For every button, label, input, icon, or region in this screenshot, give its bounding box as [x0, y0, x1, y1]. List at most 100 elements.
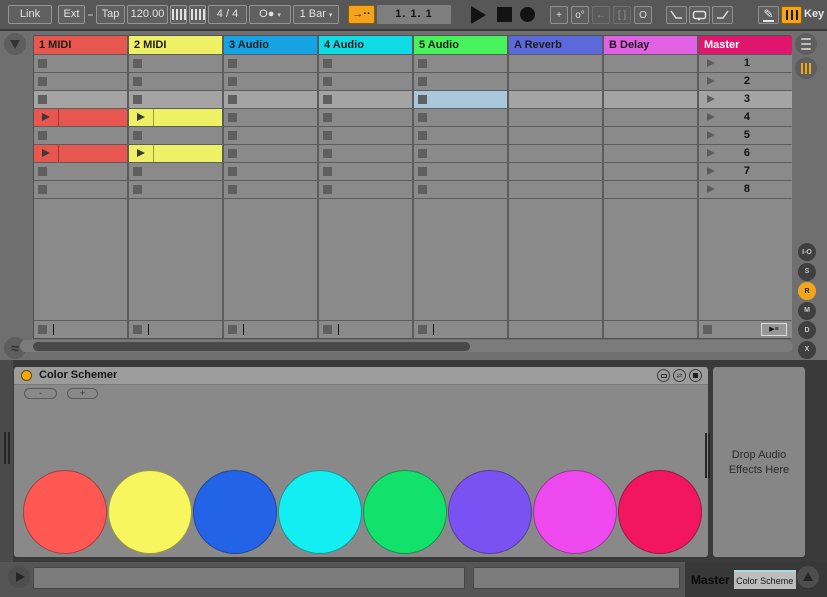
clip-slot[interactable]	[34, 91, 127, 108]
toggle-x[interactable]: X	[798, 341, 816, 359]
audio-effects-drop-zone[interactable]: Drop Audio Effects Here	[713, 367, 805, 557]
clip-slot[interactable]	[414, 163, 507, 180]
scene-slot[interactable]: 4	[699, 109, 792, 126]
clip-slot[interactable]	[34, 163, 127, 180]
clip-launch-button[interactable]	[129, 109, 154, 126]
scene-slot[interactable]: 2	[699, 73, 792, 90]
clip-slot[interactable]	[129, 55, 222, 72]
track-header[interactable]: A Reverb	[509, 36, 602, 54]
clip-slot[interactable]	[129, 127, 222, 144]
clip-slot[interactable]	[319, 163, 412, 180]
clip-slot[interactable]	[319, 55, 412, 72]
clip-slot[interactable]	[319, 145, 412, 162]
automation-arm-button[interactable]: o°	[571, 6, 589, 24]
stop-button[interactable]	[494, 4, 514, 25]
track-header[interactable]: B Delay	[604, 36, 697, 54]
toggle-d[interactable]: D	[798, 321, 816, 339]
stop-all-clips-button[interactable]: ▶≡	[761, 323, 787, 336]
nudge-up-button[interactable]	[189, 5, 206, 24]
clip-slot[interactable]	[414, 91, 507, 108]
color-circle[interactable]	[23, 470, 107, 554]
clip-slot[interactable]	[319, 109, 412, 126]
clip-slot[interactable]	[129, 73, 222, 90]
clip-slot[interactable]	[509, 91, 602, 108]
clip-slot[interactable]	[34, 127, 127, 144]
clip-slot[interactable]	[224, 181, 317, 198]
nudge-down-button[interactable]	[170, 5, 187, 24]
loop-button[interactable]	[689, 6, 710, 24]
scene-slot[interactable]: 8	[699, 181, 792, 198]
clip-slot[interactable]	[34, 73, 127, 90]
clip-slot[interactable]	[224, 73, 317, 90]
tempo-field[interactable]: 120.00	[127, 5, 168, 24]
clip-slot[interactable]	[414, 145, 507, 162]
metronome-button[interactable]: O●▾	[249, 5, 291, 24]
color-circle[interactable]	[278, 470, 362, 554]
clip-slot[interactable]	[224, 55, 317, 72]
clip-slot[interactable]	[414, 73, 507, 90]
color-circle[interactable]	[533, 470, 617, 554]
clip-slot[interactable]	[129, 145, 222, 162]
clip-slot[interactable]	[509, 181, 602, 198]
clip-slot[interactable]	[509, 73, 602, 90]
track-header[interactable]: 3 Audio	[224, 36, 317, 54]
clip-slot[interactable]	[34, 109, 127, 126]
ext-button[interactable]: Ext	[58, 5, 85, 24]
toggle-io[interactable]: I-O	[798, 243, 816, 261]
clip-slot[interactable]	[34, 145, 127, 162]
toggle-r[interactable]: R	[798, 282, 816, 300]
clip-launch-button[interactable]	[34, 109, 59, 126]
computer-midi-keyboard-button[interactable]	[781, 6, 802, 24]
clip-slot[interactable]	[224, 127, 317, 144]
punch-out-button[interactable]	[712, 6, 733, 24]
scene-slot[interactable]: 5	[699, 127, 792, 144]
clip-slot[interactable]	[224, 163, 317, 180]
clip-slot[interactable]	[414, 181, 507, 198]
toggle-m[interactable]: M	[798, 302, 816, 320]
session-record-button[interactable]: O	[634, 6, 652, 24]
info-view-toggle[interactable]	[8, 566, 30, 588]
clip-slot[interactable]	[604, 145, 697, 162]
color-circle[interactable]	[108, 470, 192, 554]
time-signature-field[interactable]: 4 / 4	[208, 5, 247, 24]
color-circle[interactable]	[618, 470, 702, 554]
clip-slot[interactable]	[604, 91, 697, 108]
clip-slot[interactable]	[509, 109, 602, 126]
track-header[interactable]: 2 MIDI	[129, 36, 222, 54]
clip-slot[interactable]	[319, 73, 412, 90]
clip-slot[interactable]	[604, 73, 697, 90]
clip-launch-button[interactable]	[34, 145, 59, 162]
draw-mode-button[interactable]: ✎	[758, 6, 779, 24]
clip-slot[interactable]	[224, 91, 317, 108]
clip-slot[interactable]	[129, 91, 222, 108]
scene-slot[interactable]: 1	[699, 55, 792, 72]
clip-slot[interactable]	[129, 163, 222, 180]
clip-slot[interactable]	[414, 127, 507, 144]
clip-slot[interactable]	[319, 181, 412, 198]
clip-slot[interactable]	[509, 55, 602, 72]
clip-slot[interactable]	[319, 127, 412, 144]
clip-launch-button[interactable]	[129, 145, 154, 162]
quantization-menu[interactable]: 1 Bar▾	[293, 5, 339, 24]
punch-in-button[interactable]	[666, 6, 687, 24]
horizontal-scrollbar[interactable]	[33, 342, 470, 351]
follow-button[interactable]: →··	[348, 5, 375, 24]
clip-slot[interactable]	[224, 109, 317, 126]
capture-button[interactable]: [ ]	[613, 6, 631, 24]
master-track-header[interactable]: Master	[699, 36, 792, 54]
clip-slot[interactable]	[414, 55, 507, 72]
clip-slot[interactable]	[319, 91, 412, 108]
scene-slot[interactable]: 7	[699, 163, 792, 180]
link-button[interactable]: Link	[8, 5, 52, 24]
clip-slot[interactable]	[509, 127, 602, 144]
track-header[interactable]: 4 Audio	[319, 36, 412, 54]
detail-view-toggle[interactable]	[797, 566, 819, 588]
scene-slot[interactable]: 3	[699, 91, 792, 108]
toggle-s[interactable]: S	[798, 263, 816, 281]
arrangement-position-display[interactable]: 1. 1. 1	[377, 5, 451, 24]
track-header[interactable]: 1 MIDI	[34, 36, 127, 54]
clip-slot[interactable]	[509, 163, 602, 180]
play-button[interactable]	[466, 4, 490, 25]
clip-slot[interactable]	[34, 181, 127, 198]
clip-slot[interactable]	[604, 163, 697, 180]
